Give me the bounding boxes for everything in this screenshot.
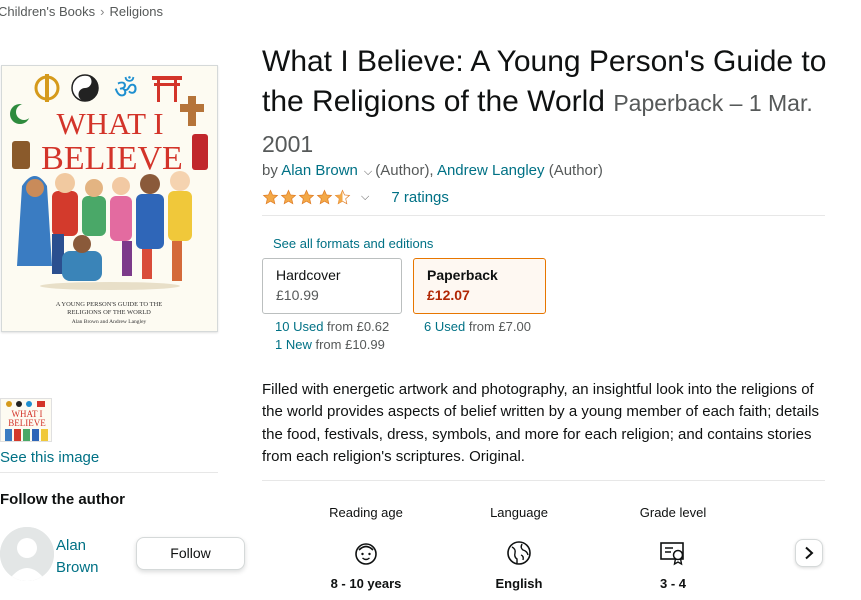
cover-title-line2: BELIEVE (41, 140, 183, 177)
cover-subtitle-line1: A YOUNG PERSON'S GUIDE TO THE (56, 301, 163, 308)
hardcover-used-link[interactable]: 10 Used (275, 319, 323, 334)
globe-icon (459, 540, 579, 566)
star-full-icon (316, 189, 333, 205)
child-face-icon (306, 540, 426, 566)
see-this-image-link[interactable]: See this image (0, 449, 99, 466)
detail-label: Reading age (329, 505, 403, 520)
byline: by Alan Brown ⌵ (Author), Andrew Langley (… (262, 162, 603, 179)
detail-label: Language (490, 505, 548, 520)
paperback-used-link[interactable]: 6 Used (424, 319, 465, 334)
book-cover-image[interactable]: ॐ WHAT I BELIEVE A YOUNG PERSON'S GUIDE … (1, 65, 218, 332)
star-rating-icon[interactable] (262, 189, 351, 205)
yin-yang-symbol (71, 74, 99, 102)
detail-value: 3 - 4 (659, 576, 686, 591)
rating-row: ⌵ 7 ratings (262, 186, 449, 208)
detail-language: Language English (459, 505, 579, 591)
om-symbol: ॐ (114, 75, 138, 105)
hardcover-used-price: from £0.62 (327, 319, 390, 334)
star-full-icon (262, 189, 279, 205)
cover-right-object (192, 134, 208, 170)
hardcover-new-link[interactable]: 1 New (275, 337, 312, 352)
author2-role: (Author) (548, 162, 603, 179)
author-avatar[interactable] (0, 527, 54, 581)
product-title: What I Believe: A Young Person's Guide t… (262, 42, 842, 164)
rating-chevron-down-icon[interactable]: ⌵ (361, 191, 369, 204)
cover-title-line1: WHAT I (56, 106, 163, 141)
book-description: Filled with energetic artwork and photog… (262, 381, 819, 465)
format-name: Paperback (427, 267, 498, 283)
follow-author-heading: Follow the author (0, 491, 125, 508)
author1-role: (Author), (375, 162, 434, 179)
cover-thumbnail[interactable]: WHAT I BELIEVE (0, 398, 52, 442)
breadcrumb-link-religions[interactable]: Religions (109, 4, 162, 19)
hardcover-new-offer: 1 New from £10.99 (275, 337, 385, 352)
see-all-formats-link[interactable]: See all formats and editions (273, 236, 433, 251)
detail-value: 8 - 10 years (330, 576, 402, 591)
author-name-link[interactable]: Alan Brown (56, 535, 116, 579)
chevron-right-icon (805, 546, 814, 560)
ratings-count-link[interactable]: 7 ratings (391, 189, 449, 206)
follow-button[interactable]: Follow (136, 537, 245, 570)
cover-left-object (12, 141, 30, 169)
detail-grade-level: Grade level 3 - 4 (613, 505, 733, 591)
author2-link[interactable]: Andrew Langley (437, 162, 545, 179)
format-price: £12.07 (427, 287, 470, 303)
star-full-icon (298, 189, 315, 205)
description-divider (262, 480, 825, 481)
paperback-used-offer: 6 Used from £7.00 (424, 319, 531, 334)
cover-artwork: ॐ WHAT I BELIEVE A YOUNG PERSON'S GUIDE … (2, 66, 217, 331)
detail-label: Grade level (639, 505, 707, 520)
paperback-used-price: from £7.00 (468, 319, 531, 334)
detail-value: English (495, 576, 543, 591)
breadcrumb-separator: › (100, 4, 105, 19)
detail-reading-age: Reading age 8 - 10 years (306, 505, 426, 591)
format-option-paperback[interactable]: Paperback £12.07 (413, 258, 546, 314)
format-option-hardcover[interactable]: Hardcover £10.99 (262, 258, 402, 314)
svg-text:ॐ: ॐ (114, 75, 138, 105)
avatar-placeholder-icon (0, 527, 54, 581)
breadcrumb: Children's Books › Religions (0, 4, 163, 19)
format-name: Hardcover (276, 267, 341, 283)
star-half-icon (334, 189, 351, 205)
format-price: £10.99 (276, 287, 319, 303)
title-divider (262, 215, 825, 216)
thumbnail-artwork: WHAT I BELIEVE (1, 399, 51, 441)
hardcover-used-offer: 10 Used from £0.62 (275, 319, 389, 334)
carousel-next-button[interactable] (795, 539, 823, 567)
byline-prefix: by (262, 162, 278, 179)
breadcrumb-link-childrens-books[interactable]: Children's Books (0, 4, 95, 19)
star-full-icon (280, 189, 297, 205)
thumbnail-title-line2: BELIEVE (8, 418, 46, 428)
certificate-icon (613, 540, 733, 566)
cover-subtitle-line2: RELIGIONS OF THE WORLD (67, 309, 151, 316)
cover-authors: Alan Brown and Andrew Langley (72, 319, 147, 325)
chevron-down-icon[interactable]: ⌵ (364, 166, 372, 178)
left-divider (0, 472, 218, 473)
author1-link[interactable]: Alan Brown (281, 162, 358, 179)
hardcover-new-price: from £10.99 (315, 337, 385, 352)
